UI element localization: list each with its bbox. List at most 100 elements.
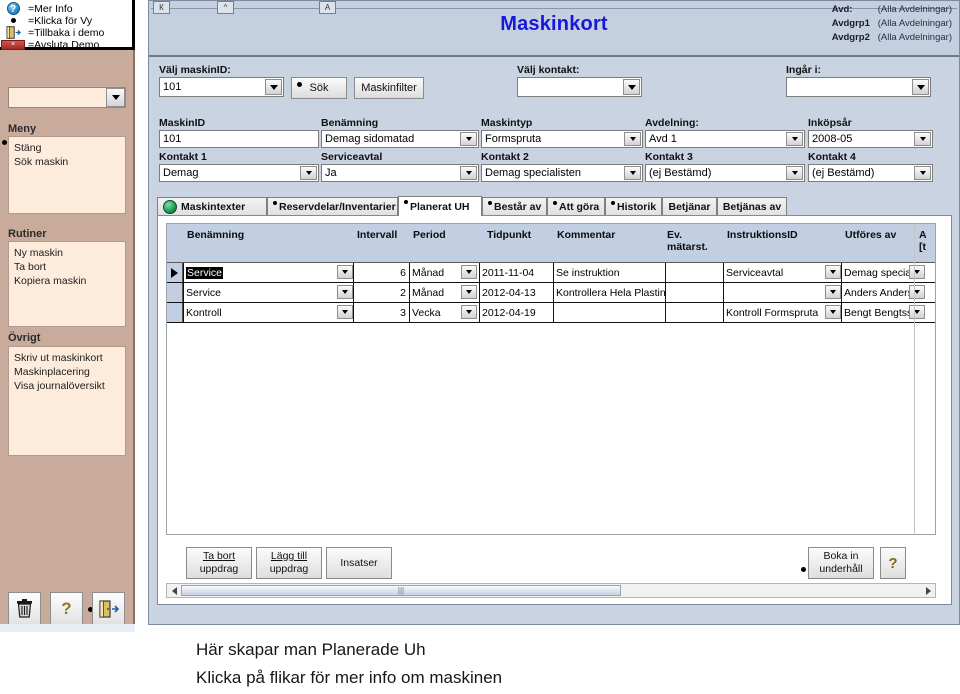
col-tidpunkt[interactable]: Tidpunkt [487, 229, 531, 241]
field-kontakt2[interactable]: Demag specialisten [481, 164, 643, 182]
field-benamning[interactable]: Demag sidomatad [321, 130, 479, 148]
col-instruktionsid[interactable]: InstruktionsID [727, 229, 798, 241]
chevron-down-icon[interactable] [461, 285, 477, 299]
cell-utfores-av[interactable]: Anders Andersso [841, 283, 909, 302]
field-kontakt4[interactable]: (ej Bestämd) [808, 164, 933, 182]
lagg-till-uppdrag-button[interactable]: Lägg till uppdrag [256, 547, 322, 579]
chevron-down-icon[interactable] [265, 79, 282, 95]
cell-ev-matarst[interactable] [665, 283, 723, 302]
help-button[interactable]: ? [880, 547, 906, 579]
cell-tidpunkt[interactable]: 2011-11-04 [479, 263, 553, 282]
insatser-button[interactable]: Insatser [326, 547, 392, 579]
sidebar-item-ta-bort[interactable]: Ta bort [14, 260, 120, 274]
tab-att-gora[interactable]: Att göra [547, 197, 605, 216]
field-inkopsar[interactable]: 2008-05 [808, 130, 933, 148]
sidebar-item-sok-maskin[interactable]: Sök maskin [14, 155, 120, 169]
cell-instruktionsid[interactable] [723, 283, 841, 302]
col-ev-matarst[interactable]: Ev. mätarst. [667, 229, 708, 253]
sidebar-item-maskinplacering[interactable]: Maskinplacering [14, 365, 120, 379]
trash-button[interactable] [8, 592, 41, 625]
chevron-down-icon[interactable] [786, 166, 803, 180]
col-benamning[interactable]: Benämning [187, 229, 244, 241]
horizontal-scrollbar[interactable]: ||| [166, 583, 936, 598]
chevron-down-icon[interactable] [337, 285, 353, 299]
chevron-down-icon[interactable] [825, 285, 841, 299]
table-row[interactable]: Service 6 Månad 2011-11-04 Se instruktio… [167, 263, 935, 283]
sidebar-item-skriv-ut-maskinkort[interactable]: Skriv ut maskinkort [14, 351, 120, 365]
chevron-down-icon[interactable] [337, 305, 353, 319]
kontakt-combo[interactable] [517, 77, 642, 97]
cell-benamning[interactable]: Kontroll [183, 303, 353, 322]
row-selector[interactable] [167, 263, 183, 282]
tab-betjanar[interactable]: Betjänar [662, 197, 717, 216]
col-period[interactable]: Period [413, 229, 446, 241]
cell-kommentar[interactable]: Kontrollera Hela Plastinma [553, 283, 665, 302]
chevron-down-icon[interactable] [106, 88, 125, 107]
field-avdelning[interactable]: Avd 1 [645, 130, 805, 148]
exit-demo-button[interactable] [92, 592, 125, 625]
row-selector[interactable] [167, 303, 183, 322]
tab-betjanas-av[interactable]: Betjänas av [717, 197, 787, 216]
sidebar-combo[interactable] [8, 87, 126, 108]
field-kontakt1[interactable]: Demag [159, 164, 319, 182]
chevron-down-icon[interactable] [786, 132, 803, 146]
tab-reservdelar-inventarier[interactable]: Reservdelar/Inventarier [267, 197, 398, 216]
sok-button[interactable]: Sök [291, 77, 347, 99]
col-a[interactable]: A [t [919, 229, 927, 253]
cell-instruktionsid[interactable]: Kontroll Formspruta [723, 303, 841, 322]
tab-historik[interactable]: Historik [605, 197, 662, 216]
cell-kommentar[interactable]: Se instruktion [553, 263, 665, 282]
cell-tidpunkt[interactable]: 2012-04-13 [479, 283, 553, 302]
chevron-down-icon[interactable] [914, 166, 931, 180]
sidebar-item-ny-maskin[interactable]: Ny maskin [14, 246, 120, 260]
scrollbar-thumb[interactable]: ||| [181, 585, 621, 596]
cell-ev-matarst[interactable] [665, 263, 723, 282]
col-kommentar[interactable]: Kommentar [557, 229, 615, 241]
tab-bestar-av[interactable]: Består av [482, 197, 547, 216]
tab-planerat-uh[interactable]: Planerat UH [398, 196, 482, 216]
field-maskintyp[interactable]: Formspruta [481, 130, 643, 148]
chevron-down-icon[interactable] [461, 265, 477, 279]
cell-utfores-av[interactable]: Demag specialist [841, 263, 909, 282]
chevron-down-icon[interactable] [624, 166, 641, 180]
cell-ev-matarst[interactable] [665, 303, 723, 322]
cell-instruktionsid[interactable]: Serviceavtal [723, 263, 841, 282]
chevron-down-icon[interactable] [914, 132, 931, 146]
sidebar-item-visa-journaloversikt[interactable]: Visa journalöversikt [14, 379, 120, 393]
ingar-i-combo[interactable] [786, 77, 931, 97]
field-maskinid[interactable]: 101 [159, 130, 319, 148]
chevron-down-icon[interactable] [909, 305, 925, 319]
cell-intervall[interactable]: 3 [353, 303, 409, 322]
chevron-down-icon[interactable] [623, 79, 640, 95]
chevron-down-icon[interactable] [460, 132, 477, 146]
cell-tidpunkt[interactable]: 2012-04-19 [479, 303, 553, 322]
maskinid-combo[interactable]: 101 [159, 77, 284, 97]
chevron-down-icon[interactable] [461, 305, 477, 319]
sidebar-item-stang[interactable]: Stäng [14, 141, 120, 155]
maskinfilter-button[interactable]: Maskinfilter [354, 77, 424, 99]
cell-kommentar[interactable] [553, 303, 665, 322]
chevron-down-icon[interactable] [460, 166, 477, 180]
chevron-down-icon[interactable] [825, 265, 841, 279]
chevron-down-icon[interactable] [909, 285, 925, 299]
maintenance-grid[interactable]: Benämning Intervall Period Tidpunkt Komm… [166, 223, 936, 535]
chevron-down-icon[interactable] [300, 166, 317, 180]
row-selector[interactable] [167, 283, 183, 302]
cell-benamning[interactable]: Service [183, 263, 353, 282]
cell-intervall[interactable]: 6 [353, 263, 409, 282]
boka-in-underhall-button[interactable]: Boka in underhåll [808, 547, 874, 579]
chevron-down-icon[interactable] [912, 79, 929, 95]
cell-utfores-av[interactable]: Bengt Bengtsson [841, 303, 909, 322]
table-row[interactable]: Kontroll 3 Vecka 2012-04-19 Kontroll For… [167, 303, 935, 323]
ta-bort-uppdrag-button[interactable]: Ta bort uppdrag [186, 547, 252, 579]
col-utfores-av[interactable]: Utföres av [845, 229, 896, 241]
field-serviceavtal[interactable]: Ja [321, 164, 479, 182]
cell-intervall[interactable]: 2 [353, 283, 409, 302]
table-row[interactable]: Service 2 Månad 2012-04-13 Kontrollera H… [167, 283, 935, 303]
cell-benamning[interactable]: Service [183, 283, 353, 302]
scroll-left-icon[interactable] [168, 585, 180, 596]
help-button[interactable]: ? [50, 592, 83, 625]
chevron-down-icon[interactable] [909, 265, 925, 279]
col-intervall[interactable]: Intervall [357, 229, 397, 241]
field-kontakt3[interactable]: (ej Bestämd) [645, 164, 805, 182]
